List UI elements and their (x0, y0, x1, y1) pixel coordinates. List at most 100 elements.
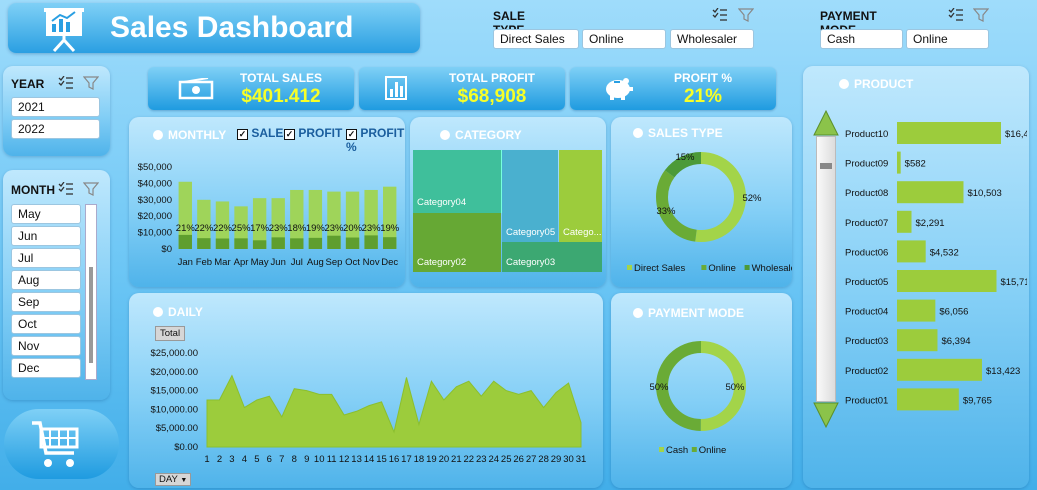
profit-pct-label: 20% (343, 223, 363, 234)
legend-swatch (691, 447, 697, 452)
x-tick-label: 20 (439, 454, 450, 465)
payment-online[interactable]: Online (906, 29, 989, 49)
treemap-category05[interactable]: Category05 (502, 150, 558, 242)
treemap: Category04 Category02 Category05 Categor… (413, 150, 602, 272)
product-bar (897, 240, 926, 263)
category-panel: CATEGORY Category04 Category02 Category0… (410, 117, 606, 287)
kpi-sales-label: TOTAL SALES (239, 71, 322, 85)
daily-panel: DAILY Total $0.00 $5,000.00 $10,000.00 $15,… (129, 293, 603, 488)
month-dec[interactable]: Dec (11, 358, 81, 378)
x-tick-label: 5 (254, 454, 259, 465)
clear-filter-icon[interactable] (973, 8, 989, 22)
month-jul[interactable]: Jul (11, 248, 81, 268)
x-tick-label: 17 (401, 454, 412, 465)
x-tick-label: 2 (217, 454, 222, 465)
y-tick-label: $30,000 (138, 195, 172, 206)
product-title: PRODUCT (839, 77, 913, 91)
x-tick-label: 16 (389, 454, 400, 465)
product-title-text: PRODUCT (854, 77, 914, 91)
treemap-label: Catego... (563, 227, 602, 238)
kpi-total-sales: TOTAL SALES $401.412 (148, 67, 354, 110)
daily-dot (153, 307, 163, 317)
multi-select-icon[interactable] (58, 182, 74, 196)
profit-pct-label: 23% (324, 223, 344, 234)
sales-type-panel: SALES TYPE 52% 33% 15% Direct Sales Online Wh… (611, 117, 792, 287)
treemap-category01[interactable]: Catego... (559, 150, 602, 242)
clear-filter-icon[interactable] (83, 182, 99, 196)
month-sep[interactable]: Sep (11, 292, 81, 312)
scroll-down-icon[interactable] (813, 402, 839, 428)
profit-pct-label: 19% (306, 223, 326, 234)
toggle-profit[interactable]: ✓ PROFIT (284, 126, 342, 140)
x-tick-label: Mar (214, 257, 230, 268)
sale-type-direct[interactable]: Direct Sales (493, 29, 579, 49)
x-tick-label: 7 (279, 454, 284, 465)
y-tick-label: $20,000 (138, 211, 172, 222)
legend-label: Online (699, 445, 726, 456)
daily-title: DAILY (153, 305, 203, 319)
product-scroll[interactable] (813, 110, 839, 428)
treemap-label: Category05 (506, 227, 556, 238)
treemap-category02[interactable]: Category02 (413, 213, 501, 272)
year-2022[interactable]: 2022 (11, 119, 100, 139)
kpi-pct-label: PROFIT % (673, 71, 732, 85)
toggle-pct-checkbox[interactable]: ✓ (346, 129, 357, 140)
daily-series-button[interactable]: Total (155, 326, 186, 341)
x-tick-label: Apr (234, 257, 249, 268)
toggle-profit-pct[interactable]: ✓ PROFIT % (346, 126, 405, 154)
product-label: Product04 (845, 307, 888, 318)
month-may[interactable]: May (11, 204, 81, 224)
cart-button[interactable] (4, 409, 119, 479)
month-scrollbar[interactable] (85, 204, 97, 380)
treemap-category03[interactable]: Category03 (502, 242, 602, 272)
month-oct[interactable]: Oct (11, 314, 81, 334)
daily-axis-label: DAY (159, 474, 178, 485)
y-tick-label: $5,000.00 (156, 423, 198, 434)
profit-bar (252, 240, 267, 249)
product-value-label: $16,428 (1005, 129, 1027, 140)
scroll-track[interactable] (816, 136, 836, 402)
x-tick-label: 15 (376, 454, 387, 465)
month-label: MONTH (11, 183, 55, 197)
toggle-profit-checkbox[interactable]: ✓ (284, 129, 295, 140)
profit-bar (327, 235, 341, 249)
toggle-sale-checkbox[interactable]: ✓ (237, 129, 248, 140)
payment-donut: 50% 50% Cash Online (649, 341, 746, 456)
y-tick-label: $0 (161, 244, 172, 255)
month-nov[interactable]: Nov (11, 336, 81, 356)
product-value-label: $9,765 (963, 395, 992, 406)
multi-select-icon[interactable] (712, 8, 728, 22)
product-value-label: $15,717 (1000, 277, 1027, 288)
legend-label: Cash (666, 445, 688, 456)
kpi-profit-pct: PROFIT % 21% (570, 67, 776, 110)
multi-select-icon[interactable] (948, 8, 964, 22)
sale-type-wholesaler[interactable]: Wholesaler (670, 29, 754, 49)
product-bar (897, 210, 912, 233)
scroll-up-icon[interactable] (813, 110, 839, 136)
sale-type-online[interactable]: Online (582, 29, 666, 49)
x-tick-label: 28 (538, 454, 549, 465)
profit-bar (178, 234, 192, 249)
toggle-sale[interactable]: ✓ SALE (237, 126, 283, 140)
product-label: Product07 (845, 218, 888, 229)
payment-cash[interactable]: Cash (820, 29, 903, 49)
profit-pct-label: 17% (250, 223, 270, 234)
x-tick-label: 26 (513, 454, 524, 465)
clear-filter-icon[interactable] (738, 8, 754, 22)
daily-axis-button[interactable]: DAY ▼ (155, 473, 192, 486)
multi-select-icon[interactable] (58, 76, 74, 90)
legend-label: Wholesaler (752, 263, 792, 274)
month-jun[interactable]: Jun (11, 226, 81, 246)
profit-bar (290, 238, 304, 249)
scroll-thumb[interactable] (820, 163, 832, 169)
year-2021[interactable]: 2021 (11, 97, 100, 117)
treemap-category04[interactable]: Category04 (413, 150, 502, 213)
payment-title-text: PAYMENT MODE (648, 306, 745, 320)
month-aug[interactable]: Aug (11, 270, 81, 290)
y-tick-label: $0.00 (174, 442, 198, 453)
x-tick-label: 22 (464, 454, 475, 465)
month-scroll-thumb[interactable] (89, 267, 93, 363)
clear-filter-icon[interactable] (83, 76, 99, 90)
slice-label: 52% (742, 193, 762, 204)
page-title: Sales Dashboard (110, 11, 354, 44)
